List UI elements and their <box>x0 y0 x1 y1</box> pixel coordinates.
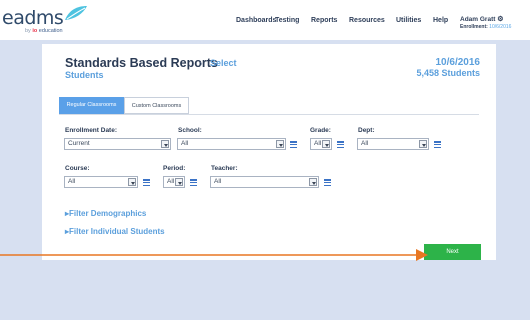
chevron-down-icon <box>128 178 136 186</box>
nav-resources[interactable]: Resources <box>349 17 385 24</box>
enrollment-date-value: Current <box>68 140 90 147</box>
grade-list-icon[interactable] <box>337 141 344 149</box>
school-label: School: <box>178 127 202 134</box>
chevron-down-icon <box>419 140 427 148</box>
gear-icon: ⚙ <box>497 16 504 23</box>
top-navigation-bar: eadms by io education Dashboards Testing… <box>0 0 530 40</box>
filter-demographics-link[interactable]: ▸Filter Demographics <box>65 209 146 218</box>
enrollment-info: Enrollment: 10/6/2016 <box>460 24 511 30</box>
nav-utilities[interactable]: Utilities <box>396 17 421 24</box>
user-name: Adam Gratt <box>460 16 496 23</box>
student-count: 5,458 Students <box>416 68 480 78</box>
dept-select[interactable]: All <box>357 138 429 150</box>
teacher-label: Teacher: <box>211 165 238 172</box>
user-menu[interactable]: Adam Gratt ⚙ <box>460 15 504 23</box>
course-select[interactable]: All <box>64 176 138 188</box>
dept-list-icon[interactable] <box>434 141 441 149</box>
grade-value: All <box>314 140 322 147</box>
dept-value: All <box>361 140 369 147</box>
breadcrumb-select: Select <box>210 58 237 68</box>
school-value: All <box>181 140 189 147</box>
logo-text: eadms <box>2 7 64 29</box>
teacher-list-icon[interactable] <box>324 179 331 187</box>
logo-sub-text: education <box>38 28 63 34</box>
filter-demographics-label: Filter Demographics <box>69 209 147 218</box>
breadcrumb-students: Students <box>65 70 104 80</box>
teacher-select[interactable]: All <box>210 176 319 188</box>
report-date: 10/6/2016 <box>435 57 481 68</box>
course-value: All <box>68 178 76 185</box>
next-button[interactable]: Next <box>424 244 481 260</box>
filter-individual-students-link[interactable]: ▸Filter Individual Students <box>65 227 165 236</box>
annotation-arrow <box>0 249 428 261</box>
school-select[interactable]: All <box>177 138 286 150</box>
chevron-down-icon <box>276 140 284 148</box>
page-title: Standards Based Reports <box>65 56 218 70</box>
tab-divider <box>59 114 479 115</box>
enrollment-date-label: Enrollment Date: <box>65 127 118 134</box>
logo-subtitle: by io education <box>25 28 63 34</box>
period-label: Period: <box>163 165 186 172</box>
chevron-right-icon: › <box>200 59 203 68</box>
chevron-down-icon <box>309 178 317 186</box>
eadms-logo[interactable]: eadms by io education <box>2 4 92 38</box>
nav-help[interactable]: Help <box>433 17 448 24</box>
teacher-value: All <box>214 178 222 185</box>
chevron-down-icon <box>322 140 330 148</box>
tab-regular-classrooms[interactable]: Regular Classrooms <box>59 97 124 114</box>
enrollment-date: 10/6/2016 <box>489 24 512 30</box>
enrollment-label: Enrollment: <box>460 24 488 30</box>
dept-label: Dept: <box>358 127 375 134</box>
grade-label: Grade: <box>310 127 331 134</box>
enrollment-date-select[interactable]: Current <box>64 138 171 150</box>
nav-dashboards[interactable]: Dashboards <box>236 17 276 24</box>
filter-individual-students-label: Filter Individual Students <box>69 227 165 236</box>
period-value: All <box>167 178 175 185</box>
period-list-icon[interactable] <box>190 179 197 187</box>
grade-select[interactable]: All <box>310 138 332 150</box>
logo-sub-prefix: by <box>25 28 31 34</box>
course-list-icon[interactable] <box>143 179 150 187</box>
school-list-icon[interactable] <box>290 141 297 149</box>
course-label: Course: <box>65 165 90 172</box>
chevron-down-icon <box>161 140 169 148</box>
tab-custom-classrooms[interactable]: Custom Classrooms <box>124 97 189 114</box>
io-mark: io <box>32 28 38 34</box>
nav-testing[interactable]: Testing <box>275 17 299 24</box>
nav-reports[interactable]: Reports <box>311 17 337 24</box>
leaf-logo-icon <box>65 6 87 20</box>
report-panel: Standards Based Reports › Select Student… <box>42 44 496 260</box>
period-select[interactable]: All <box>163 176 185 188</box>
chevron-down-icon <box>175 178 183 186</box>
